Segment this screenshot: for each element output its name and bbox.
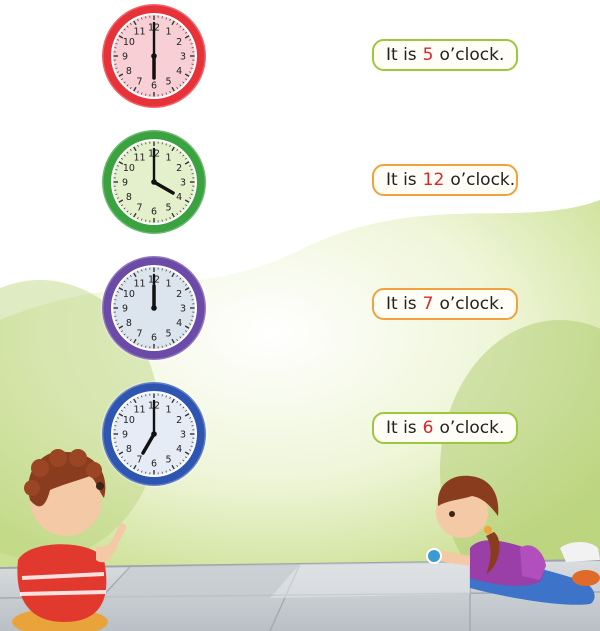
label-number: 6 xyxy=(422,418,434,438)
clock-numeral: 10 xyxy=(123,37,135,48)
clock-numeral: 5 xyxy=(165,455,171,466)
clock-numeral: 9 xyxy=(122,304,128,315)
clock-numeral: 3 xyxy=(180,52,186,63)
clock-numeral: 7 xyxy=(136,203,142,214)
clock-numeral: 11 xyxy=(133,152,145,163)
clock-numeral: 3 xyxy=(180,430,186,441)
label-number: 12 xyxy=(422,170,445,190)
clock-numeral: 5 xyxy=(165,329,171,340)
clock-numeral: 1 xyxy=(165,152,171,163)
clock-3: 121234567891011 xyxy=(100,254,208,362)
clock-numeral: 7 xyxy=(136,329,142,340)
clock-numeral: 8 xyxy=(126,66,132,77)
clock-numeral: 2 xyxy=(176,37,182,48)
answer-label-1: It is 5 o’clock. xyxy=(372,39,518,71)
label-number: 7 xyxy=(422,294,434,314)
label-prefix: It is xyxy=(386,418,417,438)
clock-numeral: 3 xyxy=(180,304,186,315)
clock-numeral: 7 xyxy=(136,455,142,466)
clock-numeral: 4 xyxy=(176,318,182,329)
label-number: 5 xyxy=(422,45,434,65)
clock-numeral: 10 xyxy=(123,289,135,300)
clock-numeral: 2 xyxy=(176,289,182,300)
clock-numeral: 10 xyxy=(123,415,135,426)
clock-center-pin xyxy=(151,179,157,185)
clock-numeral: 1 xyxy=(165,26,171,37)
label-suffix: o’clock. xyxy=(439,294,505,314)
clock-numeral: 4 xyxy=(176,192,182,203)
label-prefix: It is xyxy=(386,45,417,65)
clock-numeral: 8 xyxy=(126,192,132,203)
clock-numeral: 11 xyxy=(133,278,145,289)
clock-numeral: 3 xyxy=(180,178,186,189)
clock-numeral: 8 xyxy=(126,444,132,455)
label-suffix: o’clock. xyxy=(450,170,516,190)
clock-center-pin xyxy=(151,431,157,437)
clock-numeral: 11 xyxy=(133,404,145,415)
clock-numeral: 9 xyxy=(122,52,128,63)
clock-numeral: 11 xyxy=(133,26,145,37)
label-prefix: It is xyxy=(386,294,417,314)
clock-numeral: 6 xyxy=(151,81,157,92)
clock-numeral: 5 xyxy=(165,203,171,214)
clock-1: 121234567891011 xyxy=(100,2,208,110)
clock-numeral: 6 xyxy=(151,333,157,344)
clock-numeral: 9 xyxy=(122,178,128,189)
clock-numeral: 9 xyxy=(122,430,128,441)
clock-numeral: 2 xyxy=(176,163,182,174)
clock-numeral: 7 xyxy=(136,77,142,88)
clock-numeral: 6 xyxy=(151,207,157,218)
clock-numeral: 2 xyxy=(176,415,182,426)
clock-center-pin xyxy=(151,53,157,59)
clock-numeral: 5 xyxy=(165,77,171,88)
clock-numeral: 4 xyxy=(176,444,182,455)
answer-label-2: It is 12 o’clock. xyxy=(372,164,518,196)
clock-center-pin xyxy=(151,305,157,311)
clock-numeral: 6 xyxy=(151,459,157,470)
clock-numeral: 1 xyxy=(165,404,171,415)
clock-numeral: 10 xyxy=(123,163,135,174)
clock-2: 121234567891011 xyxy=(100,128,208,236)
label-suffix: o’clock. xyxy=(439,418,505,438)
answer-label-3: It is 7 o’clock. xyxy=(372,288,518,320)
clock-numeral: 4 xyxy=(176,66,182,77)
clock-4: 121234567891011 xyxy=(100,380,208,488)
label-prefix: It is xyxy=(386,170,417,190)
answer-label-4: It is 6 o’clock. xyxy=(372,412,518,444)
clock-numeral: 8 xyxy=(126,318,132,329)
label-suffix: o’clock. xyxy=(439,45,505,65)
clock-numeral: 1 xyxy=(165,278,171,289)
